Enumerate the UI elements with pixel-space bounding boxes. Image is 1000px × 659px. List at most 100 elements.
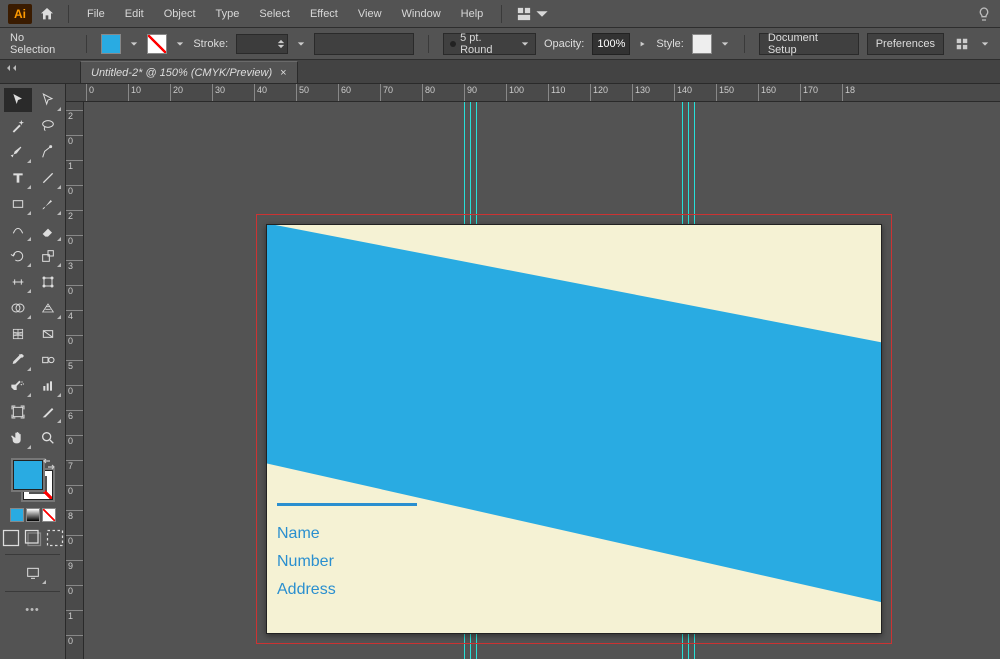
eraser-tool[interactable] <box>34 218 62 242</box>
menu-effect[interactable]: Effect <box>302 4 346 24</box>
stroke-drop-caret-icon[interactable] <box>296 40 306 48</box>
workspace-switcher[interactable] <box>512 4 554 24</box>
perspective-grid-tool[interactable] <box>34 296 62 320</box>
line-segment-tool[interactable] <box>34 166 62 190</box>
edit-toolbar-icon[interactable]: ••• <box>25 604 40 616</box>
symbol-sprayer-tool[interactable] <box>4 374 32 398</box>
ruler-tick: 0 <box>66 635 83 646</box>
style-caret-icon[interactable] <box>720 40 730 48</box>
ruler-tick: 4 <box>66 310 83 321</box>
art-text-address[interactable]: Address <box>277 581 336 599</box>
ruler-tick: 170 <box>800 84 818 101</box>
type-tool[interactable] <box>4 166 32 190</box>
shaper-tool[interactable] <box>4 218 32 242</box>
stroke-label: Stroke: <box>193 38 228 50</box>
home-icon[interactable] <box>36 3 58 25</box>
art-text-number[interactable]: Number <box>277 553 336 571</box>
draw-inside-icon[interactable] <box>45 528 65 548</box>
stroke-swatch[interactable] <box>147 34 167 54</box>
menu-help[interactable]: Help <box>453 4 492 24</box>
rectangle-tool[interactable] <box>4 192 32 216</box>
stroke-drop-icon[interactable] <box>175 40 185 48</box>
art-text-name[interactable]: Name <box>277 525 336 543</box>
close-icon[interactable]: × <box>280 67 286 79</box>
ruler-tick: 0 <box>86 84 94 101</box>
menu-object[interactable]: Object <box>156 4 204 24</box>
screen-mode-icon[interactable] <box>19 561 47 585</box>
preferences-button[interactable]: Preferences <box>867 33 944 55</box>
paintbrush-tool[interactable] <box>34 192 62 216</box>
none-mode-icon[interactable] <box>42 508 56 522</box>
selection-tool[interactable] <box>4 88 32 112</box>
zoom-tool[interactable] <box>34 426 62 450</box>
lasso-tool[interactable] <box>34 114 62 138</box>
menu-edit[interactable]: Edit <box>117 4 152 24</box>
shape-builder-tool[interactable] <box>4 296 32 320</box>
fill-square[interactable] <box>13 460 43 490</box>
curvature-tool[interactable] <box>34 140 62 164</box>
scale-tool[interactable] <box>34 244 62 268</box>
ruler-tick: 10 <box>128 84 141 101</box>
eyedropper-tool[interactable] <box>4 348 32 372</box>
width-tool[interactable] <box>4 270 32 294</box>
menu-type[interactable]: Type <box>208 4 248 24</box>
rotate-tool[interactable] <box>4 244 32 268</box>
gradient-tool[interactable] <box>34 322 62 346</box>
pen-tool[interactable] <box>4 140 32 164</box>
ruler-tick: 0 <box>66 435 83 446</box>
fill-swatch[interactable] <box>101 34 121 54</box>
vertical-ruler[interactable]: 2010203040506070809010 <box>66 102 84 659</box>
document-setup-button[interactable]: Document Setup <box>759 33 859 55</box>
ruler-tick: 0 <box>66 135 83 146</box>
menu-window[interactable]: Window <box>394 4 449 24</box>
ruler-tick: 0 <box>66 235 83 246</box>
ruler-tick: 70 <box>380 84 393 101</box>
document-tab[interactable]: Untitled-2* @ 150% (CMYK/Preview) × <box>80 61 298 83</box>
blue-polygon-art[interactable] <box>266 224 882 634</box>
menu-file[interactable]: File <box>79 4 113 24</box>
draw-behind-icon[interactable] <box>23 528 43 548</box>
blend-tool[interactable] <box>34 348 62 372</box>
draw-normal-icon[interactable] <box>1 528 21 548</box>
slice-tool[interactable] <box>34 400 62 424</box>
fill-stroke-box[interactable] <box>11 458 55 502</box>
ruler-tick: 2 <box>66 110 83 121</box>
panel-collapse-icon[interactable] <box>6 64 18 72</box>
ruler-tick: 9 <box>66 560 83 571</box>
align-pin-icon[interactable] <box>952 37 972 51</box>
ruler-tick: 0 <box>66 335 83 346</box>
ruler-tick: 40 <box>254 84 267 101</box>
horizontal-ruler[interactable]: 0102030405060708090100110120130140150160… <box>66 84 1000 102</box>
artboard-tool[interactable] <box>4 400 32 424</box>
opacity-label: Opacity: <box>544 38 584 50</box>
color-mode-icon[interactable] <box>10 508 24 522</box>
canvas[interactable]: Name Number Address <box>84 102 1000 659</box>
ruler-tick: 20 <box>170 84 183 101</box>
fill-drop-icon[interactable] <box>129 40 139 48</box>
gradient-mode-icon[interactable] <box>26 508 40 522</box>
ruler-tick: 8 <box>66 510 83 521</box>
ruler-tick: 5 <box>66 360 83 371</box>
stroke-weight-field[interactable] <box>236 34 288 54</box>
variable-width-profile[interactable]: 5 pt. Round <box>443 33 536 55</box>
brush-definition-field[interactable] <box>314 33 414 55</box>
menu-view[interactable]: View <box>350 4 390 24</box>
hand-tool[interactable] <box>4 426 32 450</box>
menu-select[interactable]: Select <box>251 4 298 24</box>
free-transform-tool[interactable] <box>34 270 62 294</box>
opacity-field[interactable]: 100% <box>592 33 630 55</box>
artboard[interactable]: Name Number Address <box>266 224 882 634</box>
align-caret-icon[interactable] <box>980 40 990 48</box>
magic-wand-tool[interactable] <box>4 114 32 138</box>
mesh-tool[interactable] <box>4 322 32 346</box>
style-label: Style: <box>656 38 684 50</box>
app-brand: Ai <box>8 4 32 24</box>
style-swatch[interactable] <box>692 34 712 54</box>
discover-icon[interactable] <box>976 6 992 22</box>
ruler-tick: 0 <box>66 585 83 596</box>
divider-line-art[interactable] <box>277 503 417 506</box>
direct-selection-tool[interactable] <box>34 88 62 112</box>
opacity-caret-icon[interactable] <box>638 40 648 48</box>
swap-fill-stroke-icon[interactable] <box>43 458 55 470</box>
column-graph-tool[interactable] <box>34 374 62 398</box>
